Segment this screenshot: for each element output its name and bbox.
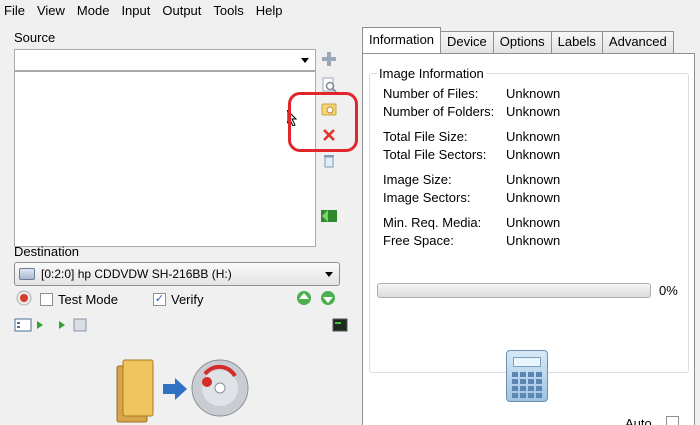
test-mode-label: Test Mode: [58, 291, 118, 307]
image-information-group: Number of Files: Unknown Number of Folder…: [369, 73, 689, 373]
drive-icon: [19, 268, 35, 280]
chevron-down-icon[interactable]: [325, 272, 333, 277]
info-value: Unknown: [506, 86, 561, 101]
menu-bar: File View Mode Input Output Tools Help: [0, 0, 700, 22]
tab-labels[interactable]: Labels: [550, 31, 603, 53]
source-label: Source: [14, 30, 56, 45]
image-information-caption: Image Information: [377, 66, 486, 81]
info-label: Min. Req. Media:: [383, 215, 482, 230]
arrow-right-icon: [163, 378, 187, 400]
destination-drive-value: [0:2:0] hp CDDVDW SH-216BB (H:): [41, 267, 232, 281]
calculate-button[interactable]: [506, 350, 548, 402]
calculator-icon: [513, 357, 541, 367]
auto-label: Auto: [625, 416, 652, 425]
info-value: Unknown: [506, 233, 561, 248]
chevron-down-icon[interactable]: [301, 58, 309, 63]
import-icon[interactable]: [319, 205, 339, 225]
destination-label: Destination: [14, 244, 80, 259]
menu-mode[interactable]: Mode: [71, 0, 116, 22]
menu-help[interactable]: Help: [250, 0, 289, 22]
source-file-list[interactable]: [14, 71, 316, 247]
queue-icon[interactable]: [14, 318, 32, 334]
progress-percent: 0%: [659, 283, 678, 298]
highlight-annotation: [288, 92, 358, 152]
info-value: Unknown: [506, 172, 561, 187]
tab-advanced[interactable]: Advanced: [601, 31, 674, 53]
menu-view[interactable]: View: [31, 0, 71, 22]
tab-options[interactable]: Options: [492, 31, 552, 53]
info-value: Unknown: [506, 190, 561, 205]
mini-toolbar: [14, 318, 348, 336]
console-icon[interactable]: [332, 318, 348, 334]
info-value: Unknown: [506, 215, 561, 230]
menu-output[interactable]: Output: [156, 0, 207, 22]
info-label: Image Size:: [383, 172, 452, 187]
information-panel: Number of Files: Unknown Number of Folder…: [362, 53, 695, 425]
right-pane: Information Device Options Labels Advanc…: [358, 22, 700, 425]
source-combo[interactable]: [14, 49, 316, 71]
tab-device[interactable]: Device: [440, 31, 494, 53]
test-mode-checkbox[interactable]: [40, 292, 53, 306]
play-icon[interactable]: [36, 318, 44, 334]
folder-icon: [116, 359, 154, 423]
menu-input[interactable]: Input: [115, 0, 156, 22]
move-up-icon[interactable]: [296, 290, 312, 309]
auto-checkbox[interactable]: [666, 416, 679, 425]
log-icon[interactable]: [72, 318, 88, 334]
info-label: Total File Sectors:: [383, 147, 487, 162]
info-label: Total File Size:: [383, 129, 468, 144]
info-label: Free Space:: [383, 233, 454, 248]
play-icon[interactable]: [58, 318, 66, 334]
destination-drive-select[interactable]: [0:2:0] hp CDDVDW SH-216BB (H:): [14, 262, 340, 286]
menu-file[interactable]: File: [0, 0, 31, 22]
move-down-icon[interactable]: [320, 290, 336, 309]
tab-information[interactable]: Information: [362, 27, 442, 53]
clear-icon[interactable]: [319, 151, 339, 171]
menu-tools[interactable]: Tools: [207, 0, 249, 22]
add-file-icon[interactable]: [319, 49, 339, 69]
info-value: Unknown: [506, 129, 561, 144]
verify-label: Verify: [170, 291, 204, 307]
info-value: Unknown: [506, 104, 561, 119]
tab-bar: Information Device Options Labels Advanc…: [362, 27, 674, 53]
info-label: Image Sectors:: [383, 190, 471, 205]
test-mode-icon: [16, 290, 32, 309]
progress-bar: [377, 283, 651, 298]
info-label: Number of Files:: [383, 86, 479, 101]
destination-options: Test Mode ✓ Verify: [16, 290, 346, 308]
disc-icon: [191, 359, 249, 417]
build-illustration: [115, 350, 255, 425]
left-pane: Source Destination [0:2:0] hp CDDVDW SH-…: [0, 22, 358, 425]
verify-checkbox[interactable]: ✓: [152, 292, 166, 306]
info-value: Unknown: [506, 147, 561, 162]
info-label: Number of Folders:: [383, 104, 495, 119]
